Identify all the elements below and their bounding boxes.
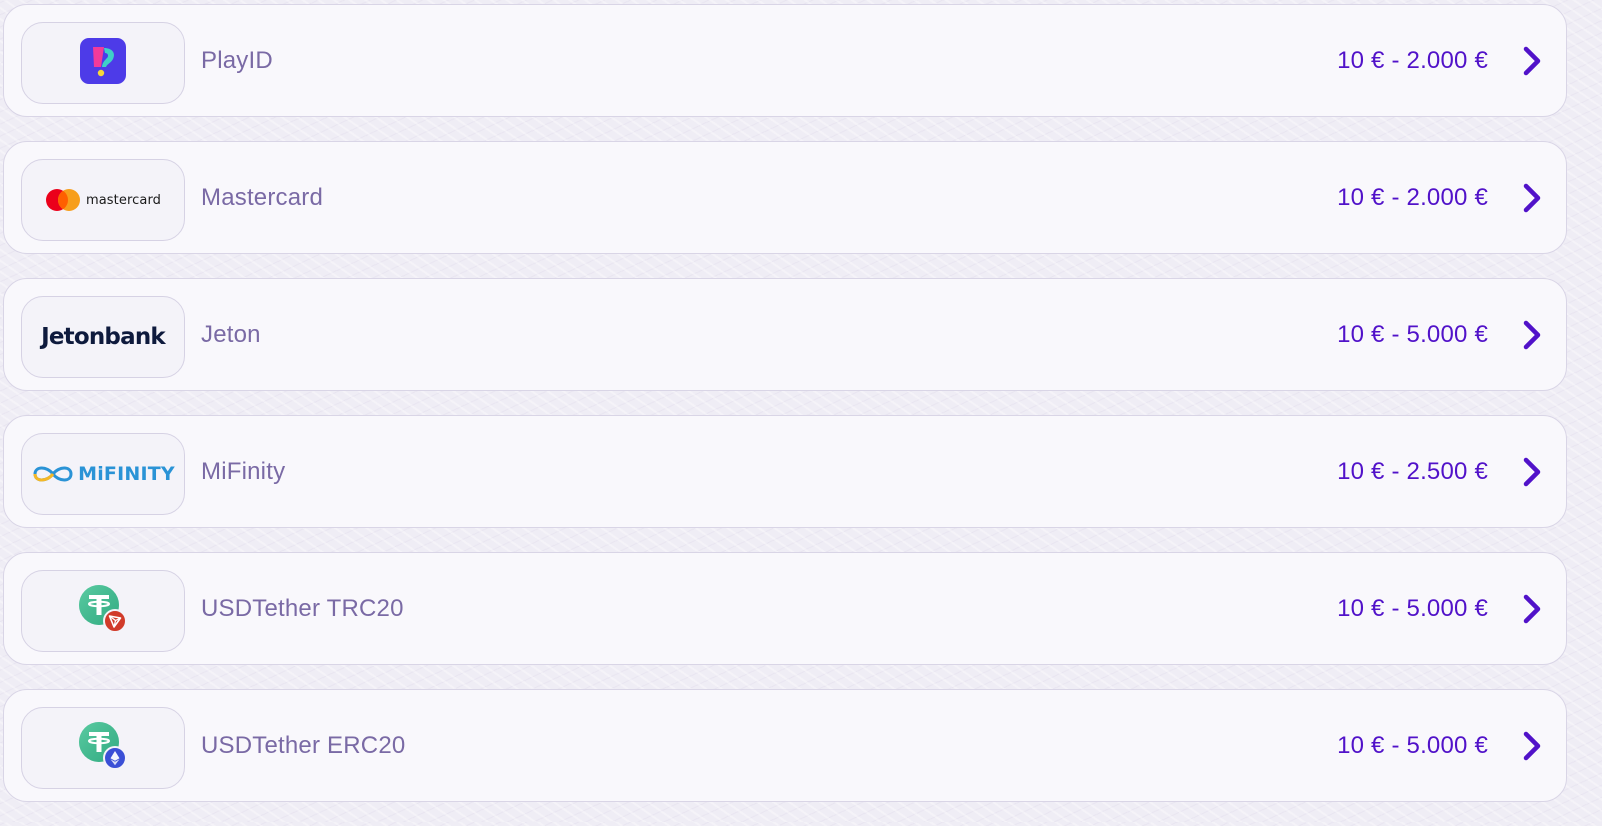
chevron-right-icon[interactable] (1520, 455, 1544, 489)
mastercard-logo-text: mastercard (85, 192, 162, 208)
payment-method-jeton[interactable]: Jetonbank Jeton 10 € - 5.000 € (3, 278, 1567, 391)
method-name: Mastercard (201, 183, 324, 211)
method-name: MiFinity (201, 457, 286, 485)
playid-logo-icon (80, 37, 126, 89)
jetonbank-logo-container: Jetonbank (21, 296, 185, 378)
mifinity-logo: MiFINITY (31, 463, 175, 485)
payment-method-playid[interactable]: PlayID 10 € - 2.000 € (3, 4, 1567, 117)
payment-method-mastercard[interactable]: mastercard Mastercard 10 € - 2.000 € (3, 141, 1567, 254)
chevron-right-icon[interactable] (1520, 318, 1544, 352)
payment-method-usdt-erc20[interactable]: USDTether ERC20 10 € - 5.000 € (3, 689, 1567, 802)
payment-method-mifinity[interactable]: MiFINITY MiFinity 10 € - 2.500 € (3, 415, 1567, 528)
playid-logo-container (21, 22, 185, 104)
deposit-range: 10 € - 5.000 € (1337, 594, 1488, 622)
chevron-right-icon[interactable] (1520, 181, 1544, 215)
mifinity-logo-icon (33, 466, 73, 482)
mifinity-logo-text: MiFINITY (78, 463, 175, 485)
tether-trc20-logo-container (21, 570, 185, 652)
deposit-range: 10 € - 2.000 € (1337, 46, 1488, 74)
method-name: Jeton (201, 320, 261, 348)
mifinity-logo-container: MiFINITY (21, 433, 185, 515)
tether-tron-icon (77, 583, 129, 640)
method-name: USDTether ERC20 (201, 731, 406, 759)
jetonbank-logo: Jetonbank (41, 324, 166, 350)
chevron-right-icon[interactable] (1520, 44, 1544, 78)
payment-method-list: PlayID 10 € - 2.000 € mastercard Masterc… (3, 4, 1567, 826)
tether-ethereum-icon (77, 720, 129, 777)
deposit-range: 10 € - 5.000 € (1337, 731, 1488, 759)
method-name: PlayID (201, 46, 273, 74)
chevron-right-icon[interactable] (1520, 729, 1544, 763)
tether-erc20-logo-container (21, 707, 185, 789)
method-name: USDTether TRC20 (201, 594, 404, 622)
mastercard-logo-icon (45, 189, 80, 211)
payment-method-usdt-trc20[interactable]: USDTether TRC20 10 € - 5.000 € (3, 552, 1567, 665)
chevron-right-icon[interactable] (1520, 592, 1544, 626)
deposit-range: 10 € - 2.500 € (1337, 457, 1488, 485)
deposit-range: 10 € - 2.000 € (1337, 183, 1488, 211)
deposit-range: 10 € - 5.000 € (1337, 320, 1488, 348)
mastercard-logo-container: mastercard (21, 159, 185, 241)
mastercard-logo: mastercard (45, 188, 161, 212)
